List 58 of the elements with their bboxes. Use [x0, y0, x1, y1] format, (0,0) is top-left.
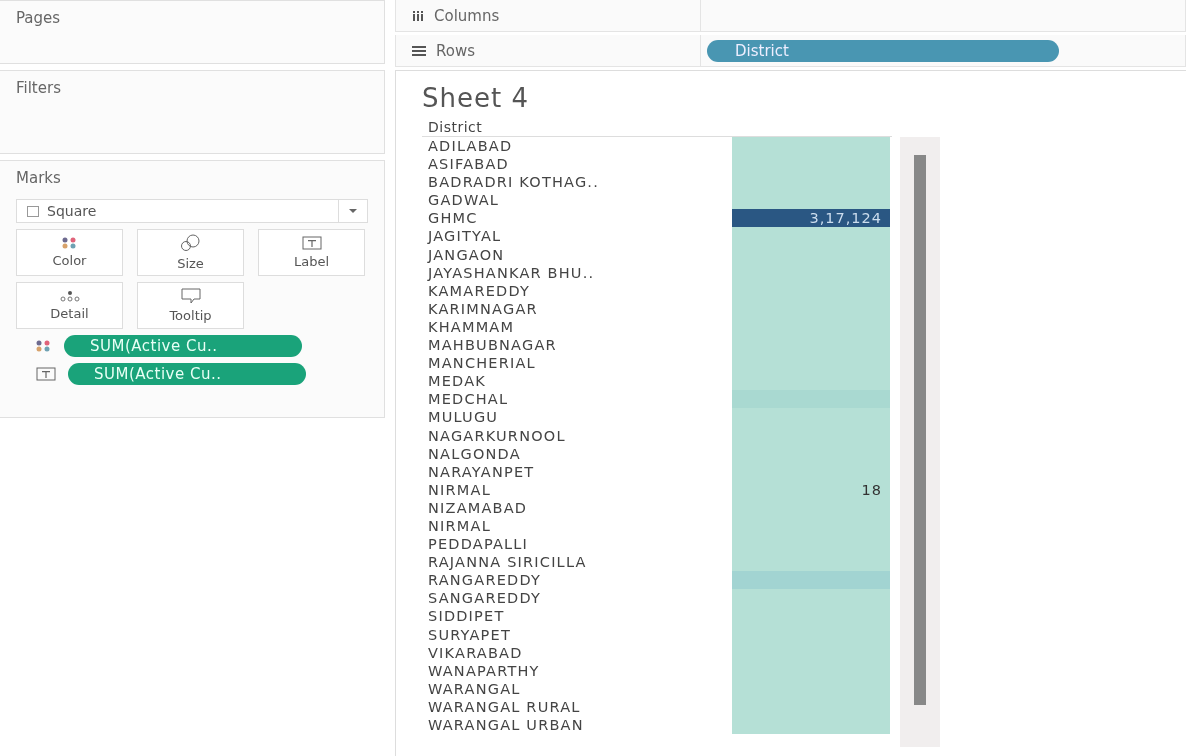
row-header: SANGAREDDY — [427, 589, 543, 608]
row-header: MAHBUBNAGAR — [427, 336, 558, 355]
row-header: WARANGAL — [427, 679, 522, 698]
panel-title: Pages — [16, 9, 62, 27]
color-dots-icon — [36, 340, 52, 352]
mark-type-dropdown[interactable]: Square — [16, 199, 368, 223]
marks-card[interactable]: Color — [16, 229, 123, 276]
marks-card[interactable]: Tooltip — [137, 282, 244, 329]
shelf-label: Rows — [396, 35, 701, 66]
row-header: ADILABAD — [427, 137, 514, 156]
row-header: JAGITYAL — [426, 227, 503, 246]
marks-card[interactable]: Size — [137, 229, 244, 276]
row-header: KARIMNAGAR — [427, 299, 539, 318]
row-header: NAGARKURNOOL — [427, 426, 567, 445]
row-header: NIRMAL — [427, 516, 492, 536]
row-header: SIDDIPET — [427, 607, 506, 626]
row-header: NARAYANPET — [427, 462, 536, 481]
row-header: JANGAON — [426, 245, 506, 264]
marks-card[interactable]: Detail — [16, 282, 123, 329]
row-header: NIRMAL — [427, 480, 492, 499]
row-header: MEDAK — [427, 372, 487, 391]
text-label-icon — [301, 236, 322, 250]
row-header: NIZAMABAD — [427, 498, 529, 517]
text-label-icon — [36, 367, 56, 381]
panel-title: Marks — [16, 169, 62, 187]
row-header: MEDCHAL — [427, 390, 510, 409]
row-header: VIKARABAD — [427, 643, 524, 662]
row-header: RAJANNA SIRICILLA — [427, 553, 588, 572]
detail-dots-icon — [58, 290, 81, 302]
row-header: RANGAREDDY — [427, 571, 543, 590]
marks-card[interactable]: Label — [258, 229, 365, 276]
row-header: PEDDAPALLI — [427, 535, 530, 554]
square-icon — [27, 205, 39, 217]
shelf-label: Columns — [396, 0, 701, 31]
row-header: MULUGU — [427, 408, 500, 427]
sheet-title: Sheet 4 — [422, 83, 530, 113]
row-header: WARANGAL URBAN — [427, 716, 585, 735]
row-header: GADWAL — [427, 191, 501, 210]
row-header: KHAMMAM — [427, 317, 516, 337]
row-header: KAMAREDDY — [427, 281, 532, 300]
row-header: GHMC — [427, 209, 479, 228]
size-circles-icon — [179, 234, 202, 252]
row-header: NALGONDA — [427, 444, 522, 463]
columns-icon — [412, 10, 424, 21]
heatmap-cell: 3,17,124 — [732, 209, 890, 228]
scrollbar-thumb[interactable] — [914, 155, 926, 705]
row-header: BADRADRI KOTHAG.. — [427, 173, 600, 192]
row-header: JAYASHANKAR BHU.. — [426, 263, 596, 282]
row-header: ASIFABAD — [427, 155, 510, 174]
color-dots-icon — [61, 237, 78, 249]
speech-bubble-icon — [180, 288, 201, 304]
rows-icon — [412, 45, 426, 56]
row-header: MANCHERIAL — [427, 354, 537, 373]
row-header: SURYAPET — [427, 625, 512, 644]
caret-icon — [349, 209, 357, 213]
panel-title: Filters — [16, 79, 62, 97]
row-header: WANAPARTHY — [427, 661, 541, 680]
row-header: WARANGAL RURAL — [427, 697, 582, 716]
